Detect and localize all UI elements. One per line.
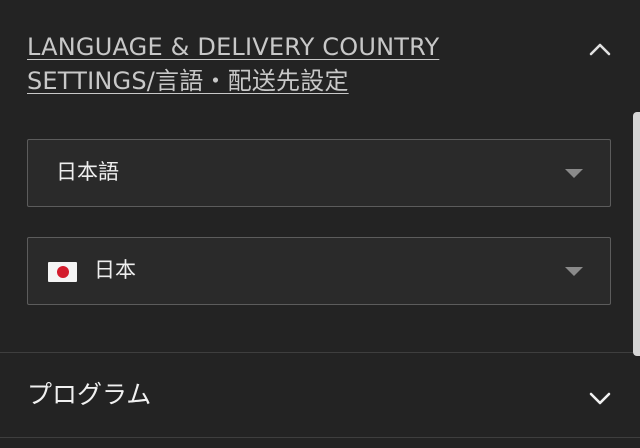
country-select-value: 日本: [94, 258, 136, 282]
section-divider: [0, 437, 640, 438]
country-select[interactable]: 日本: [27, 237, 611, 305]
caret-down-icon: [565, 169, 583, 178]
japan-flag-icon: [48, 262, 77, 282]
settings-panel: LANGUAGE & DELIVERY COUNTRY SETTINGS/言語・…: [0, 0, 640, 448]
language-settings-header[interactable]: LANGUAGE & DELIVERY COUNTRY SETTINGS/言語・…: [0, 0, 640, 110]
program-section-header[interactable]: プログラム: [0, 353, 640, 437]
language-select-value: 日本語: [56, 160, 119, 184]
scrollbar[interactable]: [633, 112, 640, 356]
caret-down-icon: [565, 267, 583, 276]
language-select[interactable]: 日本語: [27, 139, 611, 207]
language-settings-title[interactable]: LANGUAGE & DELIVERY COUNTRY SETTINGS/言語・…: [27, 30, 507, 98]
chevron-down-icon[interactable]: [588, 386, 612, 410]
chevron-up-icon[interactable]: [588, 38, 612, 62]
program-section-title: プログラム: [27, 380, 152, 409]
